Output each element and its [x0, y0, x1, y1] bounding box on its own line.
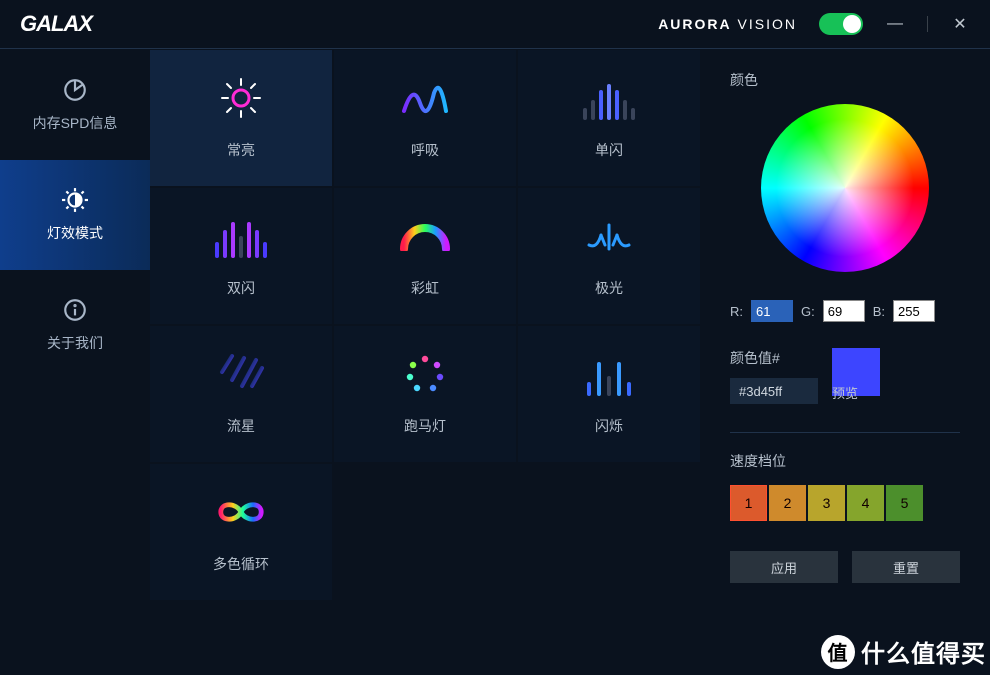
mode-meteor[interactable]: 流星: [150, 326, 332, 462]
b-input[interactable]: [893, 300, 935, 322]
product-name: AURORA VISION: [658, 16, 797, 32]
contrast-icon: [62, 187, 88, 213]
sun-icon: [215, 76, 267, 120]
watermark-badge: 值: [821, 635, 855, 669]
sidebar-item-label: 灯效模式: [47, 223, 103, 243]
mode-rainbow[interactable]: 彩虹: [334, 188, 516, 324]
bars-twin-icon: [215, 214, 267, 258]
g-label: G:: [801, 304, 815, 319]
r-label: R:: [730, 304, 743, 319]
mode-marquee[interactable]: 跑马灯: [334, 326, 516, 462]
mode-label: 跑马灯: [404, 416, 446, 436]
mode-single[interactable]: 单闪: [518, 50, 700, 186]
separator: [927, 16, 928, 32]
rgb-row: R: G: B:: [730, 300, 960, 322]
apply-button[interactable]: 应用: [730, 551, 838, 583]
sidebar-item-light[interactable]: 灯效模式: [0, 160, 150, 270]
bars-sparse-icon: [583, 352, 635, 396]
speed-title: 速度档位: [730, 451, 960, 471]
hex-label: 颜色值#: [730, 348, 818, 368]
color-wheel[interactable]: [761, 104, 929, 272]
dots-ring-icon: [399, 352, 451, 396]
mode-flicker[interactable]: 闪烁: [518, 326, 700, 462]
mode-label: 流星: [227, 416, 255, 436]
bars-center-icon: [583, 76, 635, 120]
r-input[interactable]: [751, 300, 793, 322]
mode-label: 彩虹: [411, 278, 439, 298]
mode-label: 多色循环: [213, 554, 269, 574]
hex-input[interactable]: [730, 378, 818, 404]
mode-label: 双闪: [227, 278, 255, 298]
sidebar-item-spd[interactable]: 内存SPD信息: [0, 50, 150, 160]
brand-logo: GALAX: [20, 11, 92, 37]
speed-3[interactable]: 3: [808, 485, 845, 521]
speed-2[interactable]: 2: [769, 485, 806, 521]
mode-const[interactable]: 常亮: [150, 50, 332, 186]
info-icon: [62, 297, 88, 323]
mode-grid: 常亮 呼吸 单闪 双闪: [150, 48, 710, 600]
watermark: 值 什么值得买: [821, 634, 986, 669]
speed-5[interactable]: 5: [886, 485, 923, 521]
speed-4[interactable]: 4: [847, 485, 884, 521]
wave-icon: [399, 76, 451, 120]
meteor-icon: [215, 352, 267, 396]
g-input[interactable]: [823, 300, 865, 322]
divider: [730, 432, 960, 433]
mode-breath[interactable]: 呼吸: [334, 50, 516, 186]
pie-icon: [62, 77, 88, 103]
sidebar: 内存SPD信息 灯效模式 关于我们: [0, 50, 150, 380]
mode-aurora[interactable]: 极光: [518, 188, 700, 324]
mode-double[interactable]: 双闪: [150, 188, 332, 324]
b-label: B:: [873, 304, 885, 319]
sidebar-item-about[interactable]: 关于我们: [0, 270, 150, 380]
master-toggle[interactable]: [819, 13, 863, 35]
title-bar: GALAX AURORA VISION — ✕: [0, 0, 990, 48]
infinity-icon: [215, 490, 267, 534]
speed-row: 12345: [730, 485, 960, 521]
minimize-button[interactable]: —: [885, 15, 905, 33]
watermark-text: 什么值得买: [861, 634, 986, 669]
speed-1[interactable]: 1: [730, 485, 767, 521]
mode-label: 极光: [595, 278, 623, 298]
mode-label: 单闪: [595, 140, 623, 160]
reset-button[interactable]: 重置: [852, 551, 960, 583]
sidebar-item-label: 关于我们: [47, 333, 103, 353]
mode-label: 常亮: [227, 140, 255, 160]
arc-icon: [399, 214, 451, 258]
mode-label: 呼吸: [411, 140, 439, 160]
preview-label: 预览: [832, 383, 858, 402]
mode-cycle[interactable]: 多色循环: [150, 464, 332, 600]
mode-label: 闪烁: [595, 416, 623, 436]
sidebar-item-label: 内存SPD信息: [33, 113, 118, 133]
aurora-icon: [583, 214, 635, 258]
color-panel: 颜色 R: G: B: 颜色值# 预览 .hex-row{position:re…: [730, 70, 960, 583]
close-button[interactable]: ✕: [950, 14, 970, 34]
color-title: 颜色: [730, 70, 960, 90]
